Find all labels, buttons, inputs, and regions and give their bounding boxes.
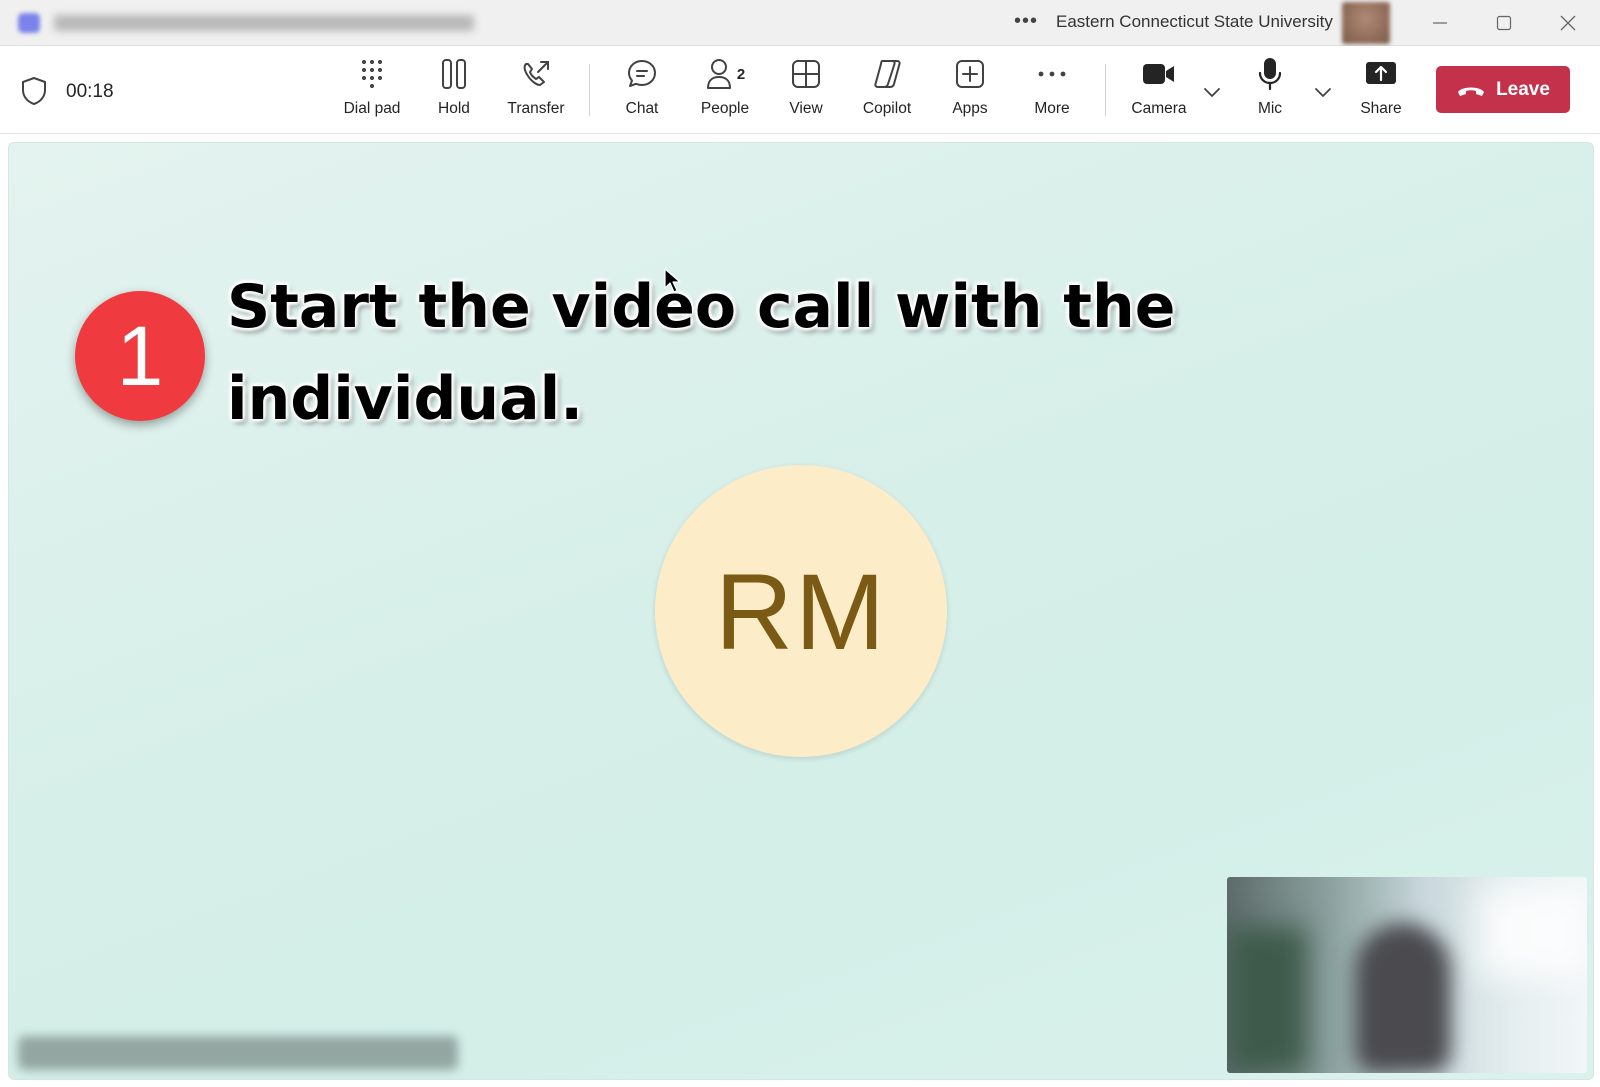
participant-avatar[interactable]: RM — [655, 465, 947, 757]
close-button[interactable] — [1538, 0, 1598, 46]
account-avatar[interactable] — [1342, 2, 1390, 44]
apps-label: Apps — [952, 100, 988, 117]
dialpad-label: Dial pad — [343, 100, 401, 117]
call-timer: 00:18 — [66, 81, 114, 102]
people-icon: 2 — [701, 56, 749, 92]
more-label: More — [1034, 100, 1070, 117]
camera-label: Camera — [1131, 100, 1187, 117]
people-button[interactable]: 2 People — [686, 56, 764, 126]
call-stage: 1 Start the video call with the individu… — [8, 142, 1594, 1080]
background-blur — [1227, 927, 1307, 1073]
ellipsis-icon — [1035, 56, 1069, 92]
dialpad-button[interactable]: Dial pad — [333, 56, 411, 126]
people-label: People — [700, 100, 750, 117]
view-label: View — [789, 100, 823, 117]
people-count: 2 — [736, 65, 746, 83]
chat-icon — [625, 56, 659, 92]
copilot-button[interactable]: Copilot — [848, 56, 926, 126]
transfer-button[interactable]: Transfer — [497, 56, 575, 126]
toolbar-divider — [589, 64, 590, 116]
camera-options-chevron-down-icon[interactable] — [1202, 82, 1222, 102]
video-camera-icon — [1142, 56, 1176, 92]
share-label: Share — [1360, 100, 1402, 117]
mic-options-chevron-down-icon[interactable] — [1313, 82, 1333, 102]
title-bar: ••• Eastern Connecticut State University — [0, 0, 1600, 46]
dialpad-icon — [355, 56, 389, 92]
mic-button[interactable]: Mic — [1231, 56, 1309, 126]
share-button[interactable]: Share — [1342, 56, 1420, 126]
phone-transfer-icon — [519, 56, 553, 92]
instruction-caption: Start the video call with the individual… — [227, 272, 1176, 434]
add-app-icon — [953, 56, 987, 92]
share-screen-icon — [1364, 56, 1398, 92]
shield-icon[interactable] — [20, 76, 48, 106]
more-button[interactable]: More — [1013, 56, 1091, 126]
apps-button[interactable]: Apps — [931, 56, 1009, 126]
maximize-icon — [1496, 15, 1512, 31]
chat-label: Chat — [625, 100, 659, 117]
window-light-blur — [1477, 887, 1587, 977]
call-toolbar: 00:18 Dial pad Hold Transfer Chat 2 Peop… — [0, 46, 1600, 134]
microphone-icon — [1253, 56, 1287, 92]
grid-view-icon — [789, 56, 823, 92]
transfer-label: Transfer — [507, 100, 565, 117]
view-button[interactable]: View — [767, 56, 845, 126]
hang-up-icon — [1458, 87, 1485, 96]
minimize-icon — [1433, 22, 1447, 24]
mic-label: Mic — [1257, 100, 1283, 117]
leave-button[interactable]: Leave — [1436, 66, 1570, 113]
mouse-cursor-icon — [664, 268, 681, 293]
step-number-badge: 1 — [75, 291, 205, 421]
window-title-redacted — [54, 15, 474, 31]
teams-logo-icon — [18, 13, 40, 33]
leave-label: Leave — [1496, 78, 1550, 100]
pause-icon — [437, 56, 471, 92]
close-icon — [1560, 15, 1576, 31]
camera-button[interactable]: Camera — [1120, 56, 1198, 126]
toolbar-divider — [1105, 64, 1106, 116]
hold-button[interactable]: Hold — [415, 56, 493, 126]
participant-name-redacted — [18, 1036, 458, 1070]
self-person-blur — [1355, 923, 1451, 1073]
minimize-button[interactable] — [1410, 0, 1470, 46]
self-video-preview[interactable] — [1227, 877, 1587, 1073]
hold-label: Hold — [438, 100, 470, 117]
copilot-icon — [870, 56, 904, 92]
maximize-button[interactable] — [1474, 0, 1534, 46]
chat-button[interactable]: Chat — [603, 56, 681, 126]
organization-name: Eastern Connecticut State University — [1056, 12, 1333, 31]
ellipsis-icon[interactable]: ••• — [1014, 10, 1038, 33]
copilot-label: Copilot — [862, 100, 912, 117]
